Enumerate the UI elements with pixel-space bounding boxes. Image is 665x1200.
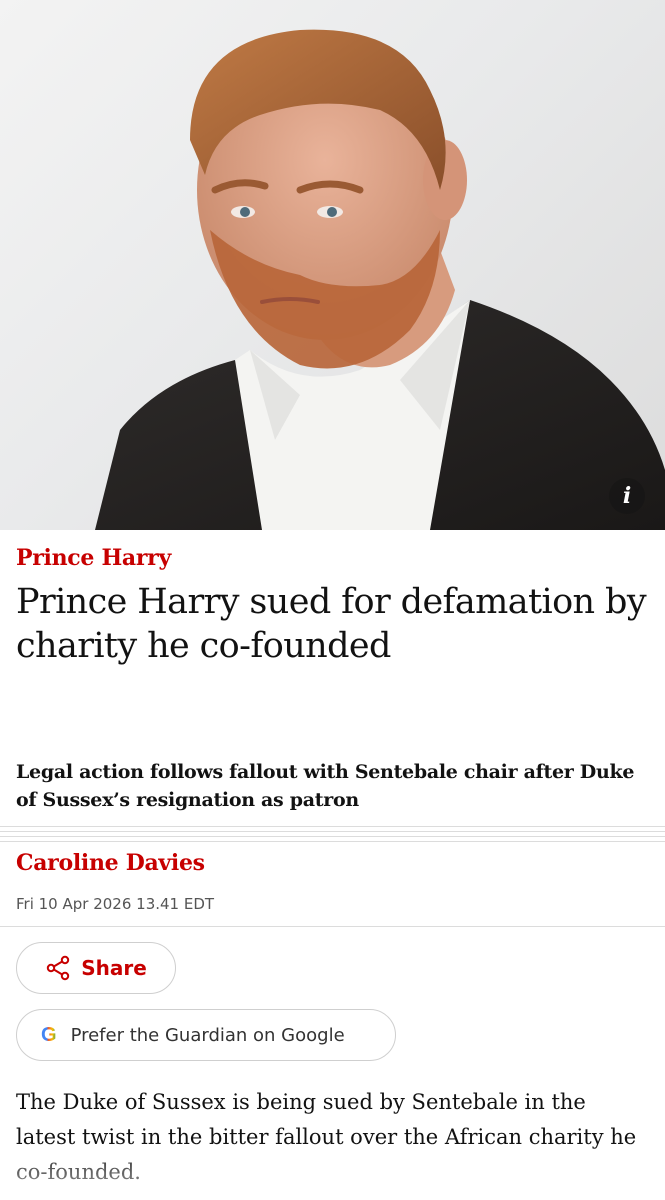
google-icon: G [41,1023,57,1046]
article-headline: Prince Harry sued for defamation by char… [16,582,647,666]
section-divider-rules [0,826,665,846]
hero-image[interactable]: i [0,0,665,530]
info-icon: i [622,483,632,509]
section-kicker[interactable]: Prince Harry [16,545,171,571]
share-icon [47,955,70,981]
article-standfirst: Legal action follows fallout with Senteb… [16,761,635,811]
share-label: Share [81,956,147,980]
portrait-illustration [95,29,665,530]
share-button[interactable]: Share [16,942,176,994]
article-body-paragraph: The Duke of Sussex is being sued by Sent… [16,1090,637,1184]
prefer-guardian-google-button[interactable]: G Prefer the Guardian on Google [16,1009,396,1061]
google-button-label: Prefer the Guardian on Google [70,1024,345,1046]
image-info-button[interactable]: i [609,478,645,514]
article-page: i Prince Harry Prince Harry sued for def… [0,0,665,1200]
author-byline[interactable]: Caroline Davies [16,850,205,876]
publication-date: Fri 10 Apr 2026 13.41 EDT [16,895,215,913]
divider [0,926,665,927]
